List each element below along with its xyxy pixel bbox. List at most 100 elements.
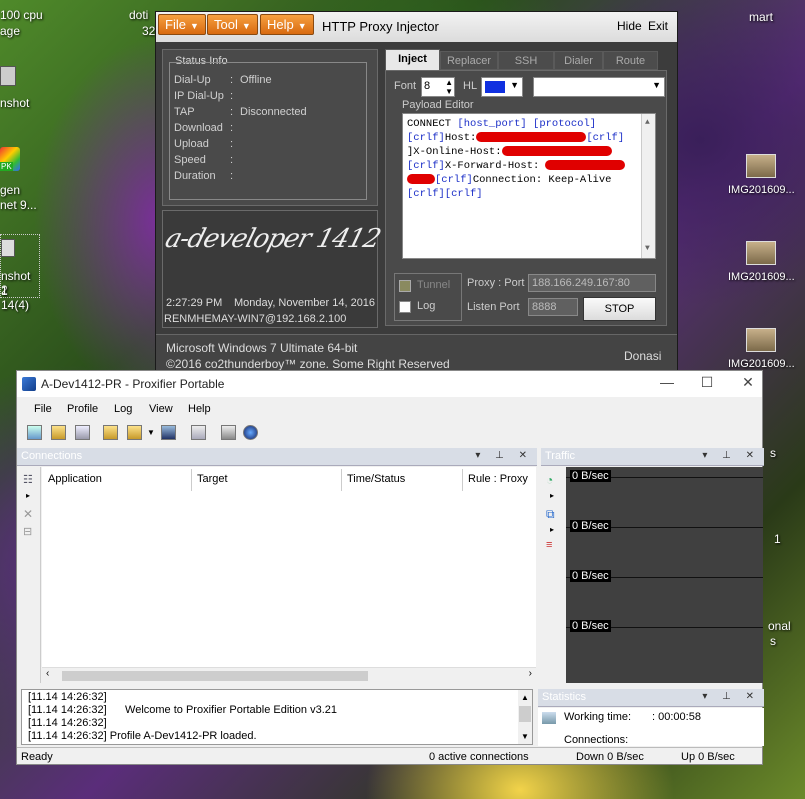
chevron-down-icon[interactable]: ▼ (147, 428, 155, 437)
proxification-rules-icon[interactable] (51, 425, 66, 440)
close-icon[interactable]: ✕ (733, 374, 763, 394)
menu-file[interactable]: File (34, 403, 52, 415)
desktop-icon-label[interactable]: 100 cpu (0, 8, 43, 22)
desktop-icon-label[interactable]: IMG201609... (728, 357, 795, 371)
tunnel-checkbox[interactable] (399, 280, 411, 292)
payload-text: ]X-Online-Host: (407, 146, 502, 158)
desktop-icon-label[interactable]: 32 (142, 24, 155, 38)
menu-log[interactable]: Log (114, 403, 132, 415)
connect-icon[interactable]: ⧉ (546, 507, 555, 522)
name-resolution-icon[interactable] (75, 425, 90, 440)
image-thumbnail-icon[interactable] (746, 241, 776, 265)
log-line: [11.14 14:26:32] (28, 691, 107, 703)
close-connection-icon[interactable]: ✕ (23, 507, 33, 521)
font-size-stepper[interactable]: 8 ▲ ▼ (421, 77, 455, 97)
log-line: [11.14 14:26:32] (28, 717, 107, 729)
scroll-left-icon[interactable]: ‹ (46, 668, 49, 679)
help-menu-label: Help (267, 17, 294, 32)
scroll-up-icon[interactable]: ▲ (645, 116, 650, 130)
connections-list[interactable] (42, 467, 536, 683)
save-profile-icon[interactable] (161, 425, 176, 440)
menu-view[interactable]: View (149, 403, 173, 415)
scroll-up-icon[interactable]: ▲ (521, 691, 529, 704)
pane-controls-icon[interactable]: ▾ ⊥ ✕ (702, 691, 760, 702)
open-profile-icon[interactable] (127, 425, 142, 440)
image-thumbnail-icon[interactable] (746, 154, 776, 178)
spin-arrows-icon[interactable]: ▲ ▼ (445, 78, 453, 96)
log-output[interactable]: [11.14 14:26:32] [11.14 14:26:32] Welcom… (21, 689, 533, 745)
new-profile-icon[interactable] (103, 425, 118, 440)
redaction-mark (545, 160, 626, 171)
exit-button[interactable]: Exit (648, 19, 668, 33)
desktop-icon-label[interactable]: IMG201609... (728, 183, 795, 197)
pane-controls-icon[interactable]: ▾ ⊥ ✕ (702, 450, 760, 461)
column-header-rule-proxy[interactable]: Rule : Proxy (464, 469, 536, 491)
scrollbar-thumb[interactable] (519, 706, 531, 722)
desktop-icon-label[interactable]: IMG201609... (728, 270, 795, 284)
editor-scrollbar[interactable]: ▲ ▼ (641, 114, 655, 258)
desktop-icon-label[interactable]: nshot (0, 96, 29, 110)
print-icon[interactable] (221, 425, 236, 440)
apk-icon[interactable]: PK (0, 147, 20, 171)
column-header-target[interactable]: Target (193, 469, 342, 491)
traffic-pane-title: Traffic (545, 450, 575, 462)
payload-line: [crlf][crlf] (407, 187, 651, 201)
scroll-down-icon[interactable]: ▼ (645, 242, 650, 256)
payload-text: CONNECT (407, 118, 458, 130)
file-menu-button[interactable]: File ▼ (158, 14, 206, 35)
tool-menu-button[interactable]: Tool ▼ (207, 14, 258, 35)
desktop-icon-label[interactable]: age (0, 24, 20, 38)
screenshot-file-icon[interactable] (0, 66, 16, 86)
scroll-right-icon[interactable]: › (529, 668, 532, 679)
tab-route[interactable]: Route (603, 51, 658, 70)
status-active-connections: 0 active connections (429, 751, 529, 763)
list-view-icon[interactable]: ☷ (23, 473, 33, 486)
tab-inject[interactable]: Inject (385, 49, 440, 71)
pane-controls-icon[interactable]: ▾ ⊥ ✕ (475, 450, 533, 461)
stop-button[interactable]: STOP (583, 297, 656, 321)
desktop-icon-label[interactable]: gen (0, 183, 20, 197)
menu-profile[interactable]: Profile (67, 403, 98, 415)
tab-ssh[interactable]: SSH (498, 51, 554, 70)
hl-label: HL (463, 80, 478, 92)
tab-replacer[interactable]: Replacer (440, 51, 498, 70)
remove-icon[interactable]: ⊟ (23, 525, 32, 538)
proxy-servers-icon[interactable] (27, 425, 42, 440)
desktop-icon-label[interactable]: net 9... (0, 198, 37, 212)
proxifier-title: A-Dev1412-PR - Proxifier Portable (41, 377, 225, 391)
desktop-icon-label[interactable]: mart (749, 10, 773, 24)
refresh-icon[interactable]: ◔ (546, 473, 553, 487)
column-header-application[interactable]: Application (44, 469, 192, 491)
chevron-right-icon[interactable]: ▸ (26, 491, 30, 500)
proxy-port-field[interactable]: 188.166.249.167:80 (528, 274, 656, 292)
a-developer-logo: a-developer 1412 (161, 224, 384, 254)
scrollbar-thumb[interactable] (62, 671, 368, 681)
horizontal-scrollbar[interactable]: ‹ › (42, 667, 536, 683)
hide-button[interactable]: Hide (617, 19, 642, 33)
injector-title: HTTP Proxy Injector (322, 19, 439, 34)
column-header-time-status[interactable]: Time/Status (343, 469, 463, 491)
listen-port-field[interactable]: 8888 (528, 298, 578, 316)
host-info: RENMHEMAY-WIN7@192.168.2.100 (164, 313, 347, 325)
help-menu-button[interactable]: Help ▼ (260, 14, 314, 35)
help-icon[interactable] (243, 425, 258, 440)
log-checkbox[interactable] (399, 301, 411, 313)
scroll-down-icon[interactable]: ▼ (521, 730, 529, 743)
tab-dialer[interactable]: Dialer (554, 51, 603, 70)
donasi-link[interactable]: Donasi (624, 349, 661, 363)
maximize-icon[interactable]: ☐ (692, 374, 722, 394)
clear-icon[interactable]: ≡ (546, 539, 552, 551)
menu-help[interactable]: Help (188, 403, 211, 415)
payload-preset-select[interactable]: ▼ (533, 77, 665, 97)
highlight-color-picker[interactable]: ▼ (481, 77, 523, 97)
image-thumbnail-icon[interactable] (746, 328, 776, 352)
log-scrollbar[interactable]: ▲ ▼ (518, 690, 532, 744)
options-icon[interactable] (191, 425, 206, 440)
desktop-icon-label[interactable]: doti (129, 8, 148, 22)
minimize-icon[interactable]: — (652, 374, 682, 394)
chevron-right-icon[interactable]: ▸ (550, 525, 554, 534)
chevron-down-icon: ▼ (241, 21, 251, 31)
chevron-right-icon[interactable]: ▸ (550, 491, 554, 500)
payload-editor[interactable]: CONNECT [host_port] [protocol] [crlf]Hos… (402, 113, 656, 259)
selected-desktop-icon[interactable]: nshot 2 1 14(4) (0, 234, 40, 312)
